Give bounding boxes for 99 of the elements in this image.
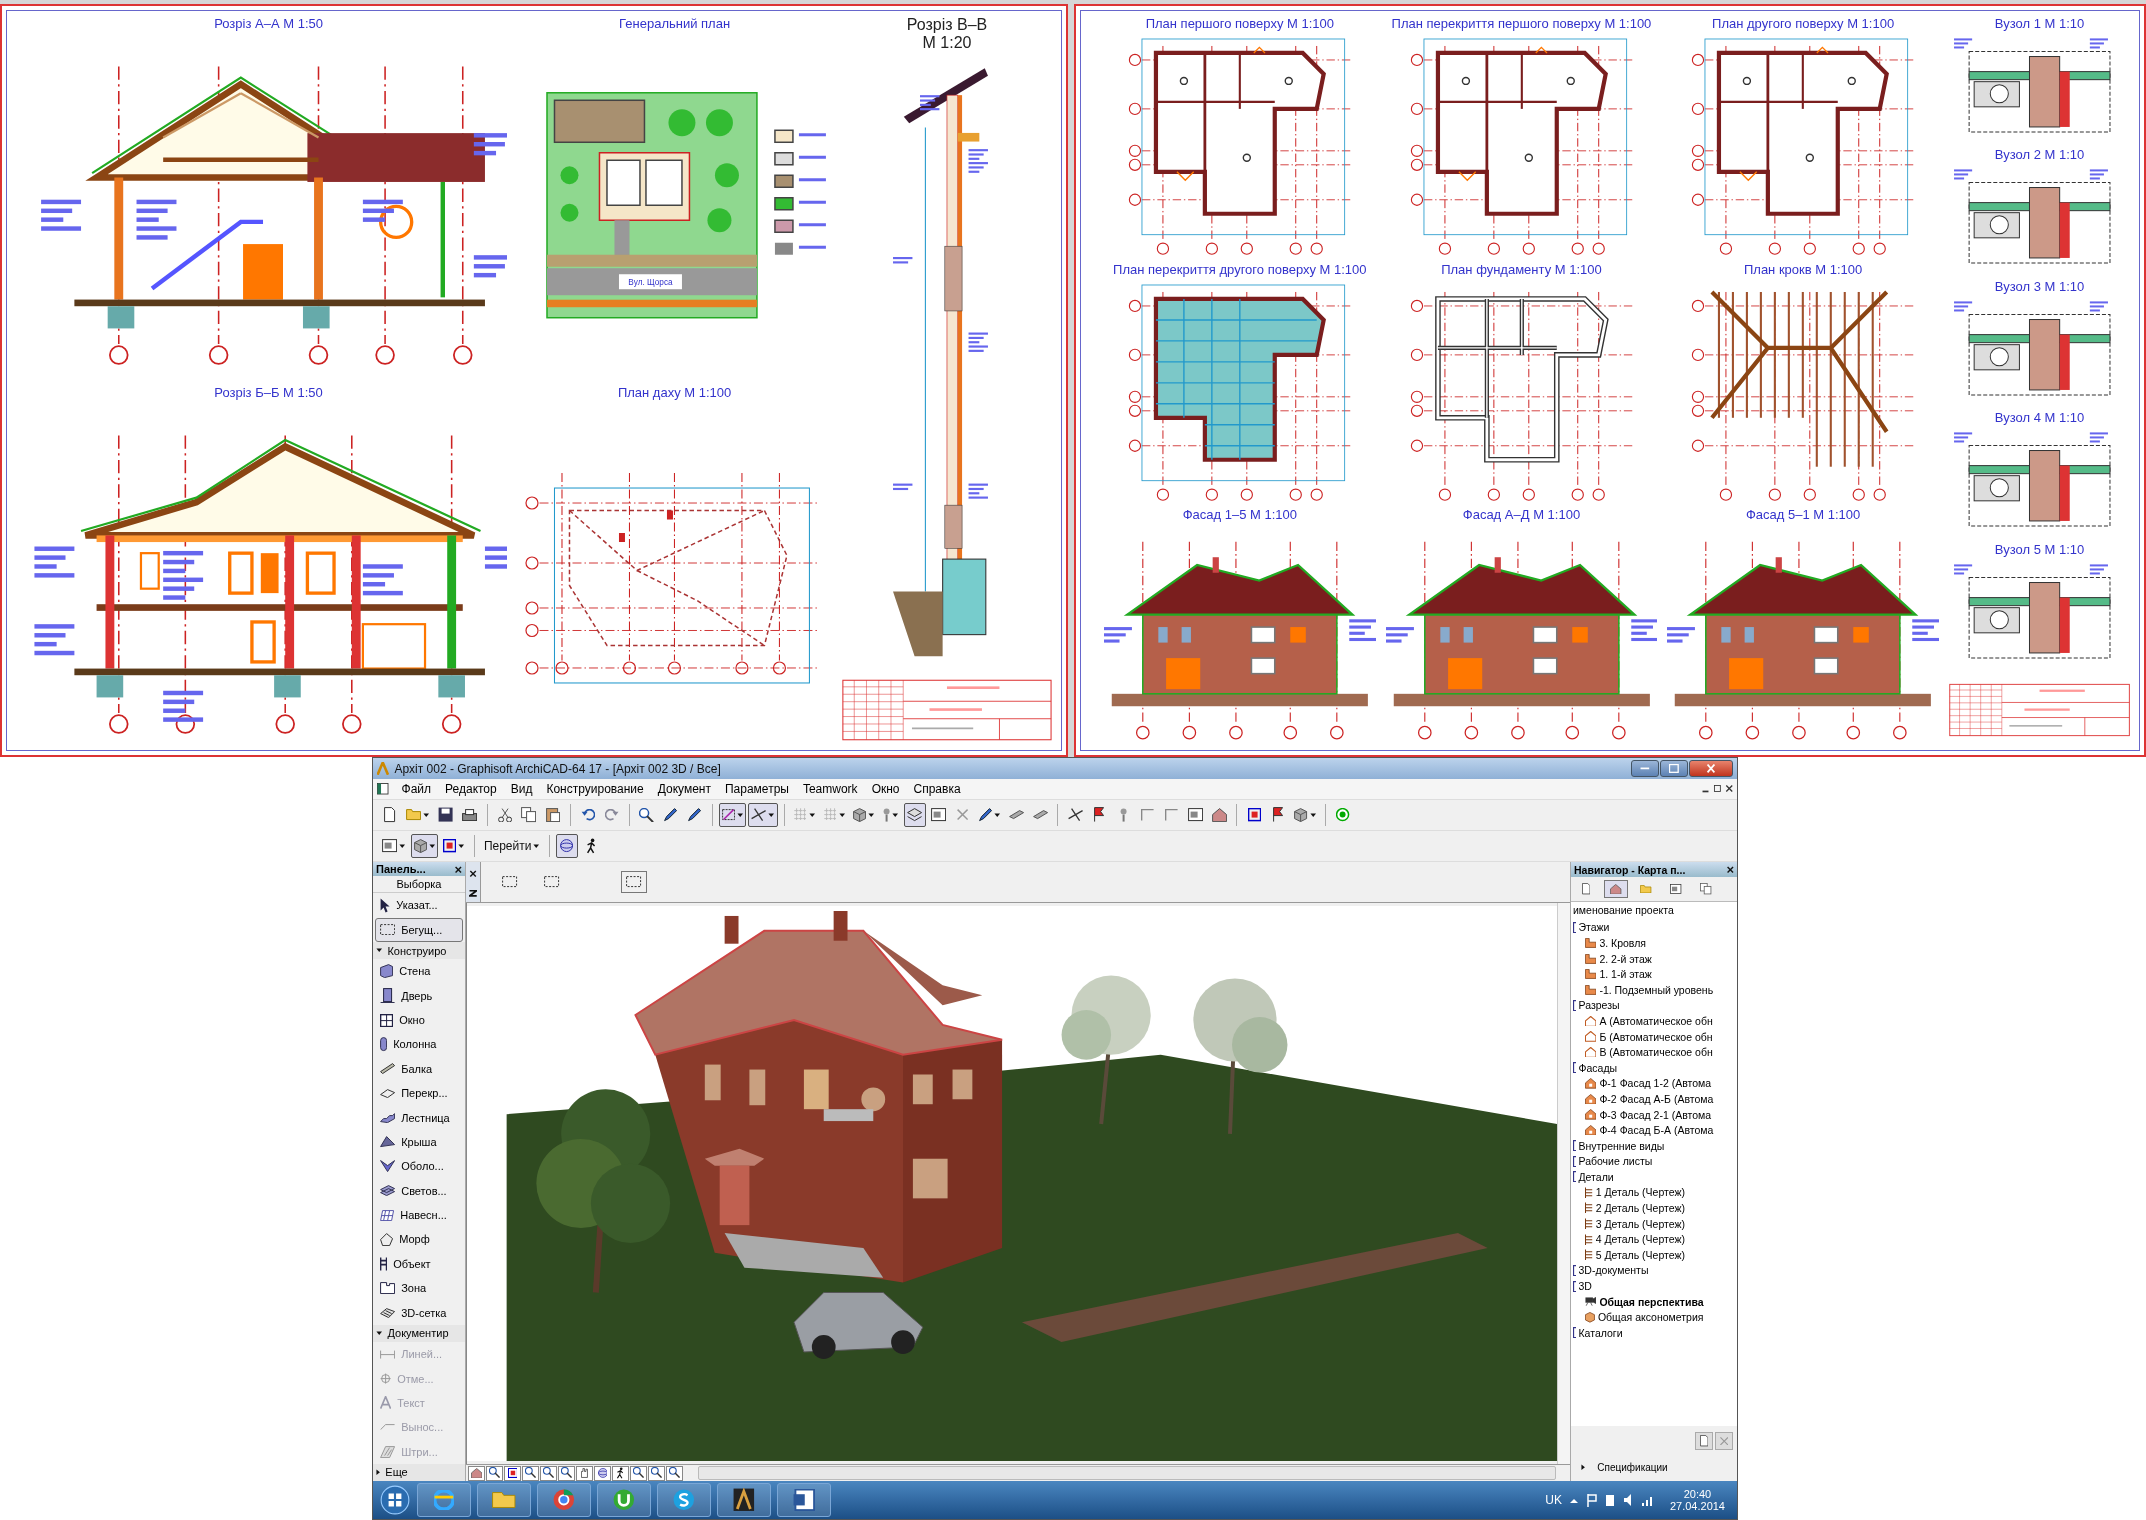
folder-label: Этажи	[1578, 921, 1610, 934]
folder-label: Детали	[1578, 1170, 1614, 1183]
drawing-title: Генеральний план	[619, 16, 731, 32]
close-button[interactable]: ×	[1726, 863, 1734, 876]
folder-label: Фасады	[1578, 1061, 1618, 1074]
tree-item[interactable]: Общая аксонометрия	[1573, 1309, 1737, 1326]
folder-label: 3D-документы	[1578, 1264, 1649, 1277]
close-button[interactable]: ×	[454, 862, 462, 876]
tool-item[interactable]: Окно	[375, 1007, 463, 1033]
tool-item[interactable]: Светов...	[375, 1178, 463, 1203]
tree-folder[interactable]: Этажи	[1573, 919, 1737, 936]
group-header[interactable]: Конструиро	[373, 942, 465, 960]
drawing-title: План першого поверху М 1:100	[1145, 16, 1334, 32]
tree-item[interactable]: 5 Деталь (Чертеж)	[1573, 1247, 1737, 1263]
drawing-title: План другого поверху М 1:100	[1712, 16, 1895, 32]
close-button[interactable]: ×	[469, 867, 477, 881]
drawing-title: Вузол 3 М 1:10	[1994, 278, 2085, 295]
tool-item[interactable]: 3D-сетка	[375, 1300, 463, 1325]
menu-item[interactable]: Редактор	[438, 782, 504, 796]
tool-item[interactable]: Дверь	[375, 983, 463, 1008]
window-title: Архіт 002 - Graphisoft ArchiCAD-64 17 - [Архіт 002 3D / Все]	[394, 761, 722, 776]
tree-item[interactable]: 4 Деталь (Чертеж)	[1573, 1231, 1737, 1248]
drawing-title: Вузол 5 М 1:10	[1994, 541, 2085, 558]
tree-item[interactable]: 1. 1-й этаж	[1573, 966, 1737, 982]
tree-folder[interactable]: Фасады	[1573, 1059, 1737, 1076]
drawing-title: Розріз Б–Б М 1:50	[214, 384, 323, 401]
menu-item[interactable]: Справка	[906, 782, 968, 796]
tree-item[interactable]: Общая перспектива	[1573, 1293, 1737, 1310]
tree-folder[interactable]: 3D	[1573, 1278, 1737, 1294]
tree-item[interactable]: 2 Деталь (Чертеж)	[1573, 1200, 1737, 1216]
tool-item[interactable]: Крыша	[375, 1129, 463, 1155]
drawing-title: Фасад А–Д М 1:100	[1462, 507, 1581, 524]
language-indicator[interactable]: UK	[1545, 1493, 1562, 1507]
menu-item[interactable]: Документ	[650, 782, 718, 796]
drawing-title: План перекриття другого поверху М 1:100	[1113, 261, 1367, 278]
tool-item[interactable]: Объект	[375, 1251, 463, 1277]
clock-time: 20:40	[1683, 1488, 1712, 1500]
tree-item[interactable]: Ф-4 Фасад Б-А (Автома	[1573, 1122, 1737, 1138]
tree-item[interactable]: 3. Кровля	[1573, 935, 1737, 951]
go-to-button[interactable]: Перейти	[480, 834, 543, 858]
tree-item[interactable]: В (Автоматическое обн	[1573, 1044, 1737, 1060]
menu-item[interactable]: Конструирование	[539, 782, 651, 796]
tree-folder[interactable]: Разрезы	[1573, 997, 1737, 1014]
group-header[interactable]: Еще	[373, 1463, 465, 1481]
tool-item[interactable]: Указат...	[375, 893, 463, 918]
tree-item[interactable]: Ф-1 Фасад 1-2 (Автома	[1573, 1075, 1737, 1092]
tree-item[interactable]: Б (Автоматическое обн	[1573, 1028, 1737, 1045]
tool-item[interactable]: Морф	[375, 1227, 463, 1252]
drawing-title: План перекриття першого поверху М 1:100	[1391, 16, 1652, 32]
tree-item[interactable]: А (Автоматическое обн	[1573, 1013, 1737, 1029]
tree-item[interactable]: 2. 2-й этаж	[1573, 950, 1737, 967]
menu-item[interactable]: Параметры	[717, 782, 796, 796]
drawing-title: Фасад 1–5 М 1:100	[1182, 507, 1297, 524]
folder-label: Разрезы	[1578, 999, 1620, 1012]
clock-date: 27.04.2014	[1669, 1500, 1725, 1512]
tool-item[interactable]: Балка	[375, 1056, 463, 1082]
drawing-title: Розріз В–В	[906, 16, 988, 34]
menu-item[interactable]: Окно	[864, 782, 907, 796]
group-header[interactable]: Документир	[373, 1324, 465, 1342]
drawing-title: Розріз А–А М 1:50	[214, 16, 323, 32]
panel-title: Панель...	[376, 863, 426, 876]
panel-title: Навигатор - Карта п...	[1574, 863, 1686, 876]
menu-item[interactable]: Файл	[394, 782, 439, 796]
tree-folder[interactable]: 3D-документы	[1573, 1262, 1737, 1279]
tree-item[interactable]: Ф-2 Фасад А-Б (Автома	[1573, 1091, 1737, 1107]
drawing-title: План даху М 1:100	[617, 384, 732, 401]
drawing-title: Вузол 2 М 1:10	[1994, 147, 2085, 164]
menu-item[interactable]: Teamwork	[795, 782, 865, 796]
folder-label: Каталоги	[1578, 1326, 1623, 1339]
tree-root[interactable]: именование проекта	[1573, 904, 1737, 920]
tree-folder[interactable]: Рабочие листы	[1573, 1153, 1737, 1170]
tree-folder[interactable]: Внутренние виды	[1573, 1137, 1737, 1154]
drawing-title: Вузол 1 М 1:10	[1994, 16, 2085, 32]
tree-item[interactable]: -1. Подземный уровень	[1573, 981, 1737, 998]
tree-folder[interactable]: Каталоги	[1573, 1325, 1737, 1341]
folder-label: Рабочие листы	[1578, 1155, 1653, 1168]
tool-item[interactable]: Бегущ...	[375, 917, 463, 943]
tree-item[interactable]: 3 Деталь (Чертеж)	[1573, 1215, 1737, 1232]
selection-header: Выборка	[373, 876, 465, 894]
tool-item[interactable]: Зона	[375, 1276, 463, 1301]
drawing-title: Фасад 5–1 М 1:100	[1745, 507, 1861, 524]
drawing-title: План фундаменту М 1:100	[1441, 261, 1602, 278]
drawing-title: Вузол 4 М 1:10	[1994, 410, 2085, 427]
tool-item[interactable]: Лестница	[375, 1105, 463, 1130]
folder-label: Внутренние виды	[1578, 1139, 1665, 1152]
specifications-toggle[interactable]: Спецификации	[1571, 1456, 1737, 1481]
tool-item[interactable]: Колонна	[375, 1032, 463, 1057]
tool-item[interactable]: Перекр...	[375, 1081, 463, 1106]
tree-folder[interactable]: Детали	[1573, 1169, 1737, 1185]
drawing-scale: М 1:20	[922, 34, 972, 52]
tree-item[interactable]: Ф-3 Фасад 2-1 (Автома	[1573, 1106, 1737, 1123]
street-label: Вул. Щорса	[628, 278, 673, 288]
tool-item[interactable]: Навесн...	[375, 1202, 463, 1228]
tool-item[interactable]: Стена	[375, 959, 463, 984]
folder-label: 3D	[1578, 1280, 1592, 1293]
tree-item[interactable]: 1 Деталь (Чертеж)	[1573, 1184, 1737, 1201]
drawing-title: План крокв М 1:100	[1743, 261, 1863, 278]
tool-item[interactable]: Оболо...	[375, 1154, 463, 1179]
menu-item[interactable]: Вид	[503, 782, 540, 796]
